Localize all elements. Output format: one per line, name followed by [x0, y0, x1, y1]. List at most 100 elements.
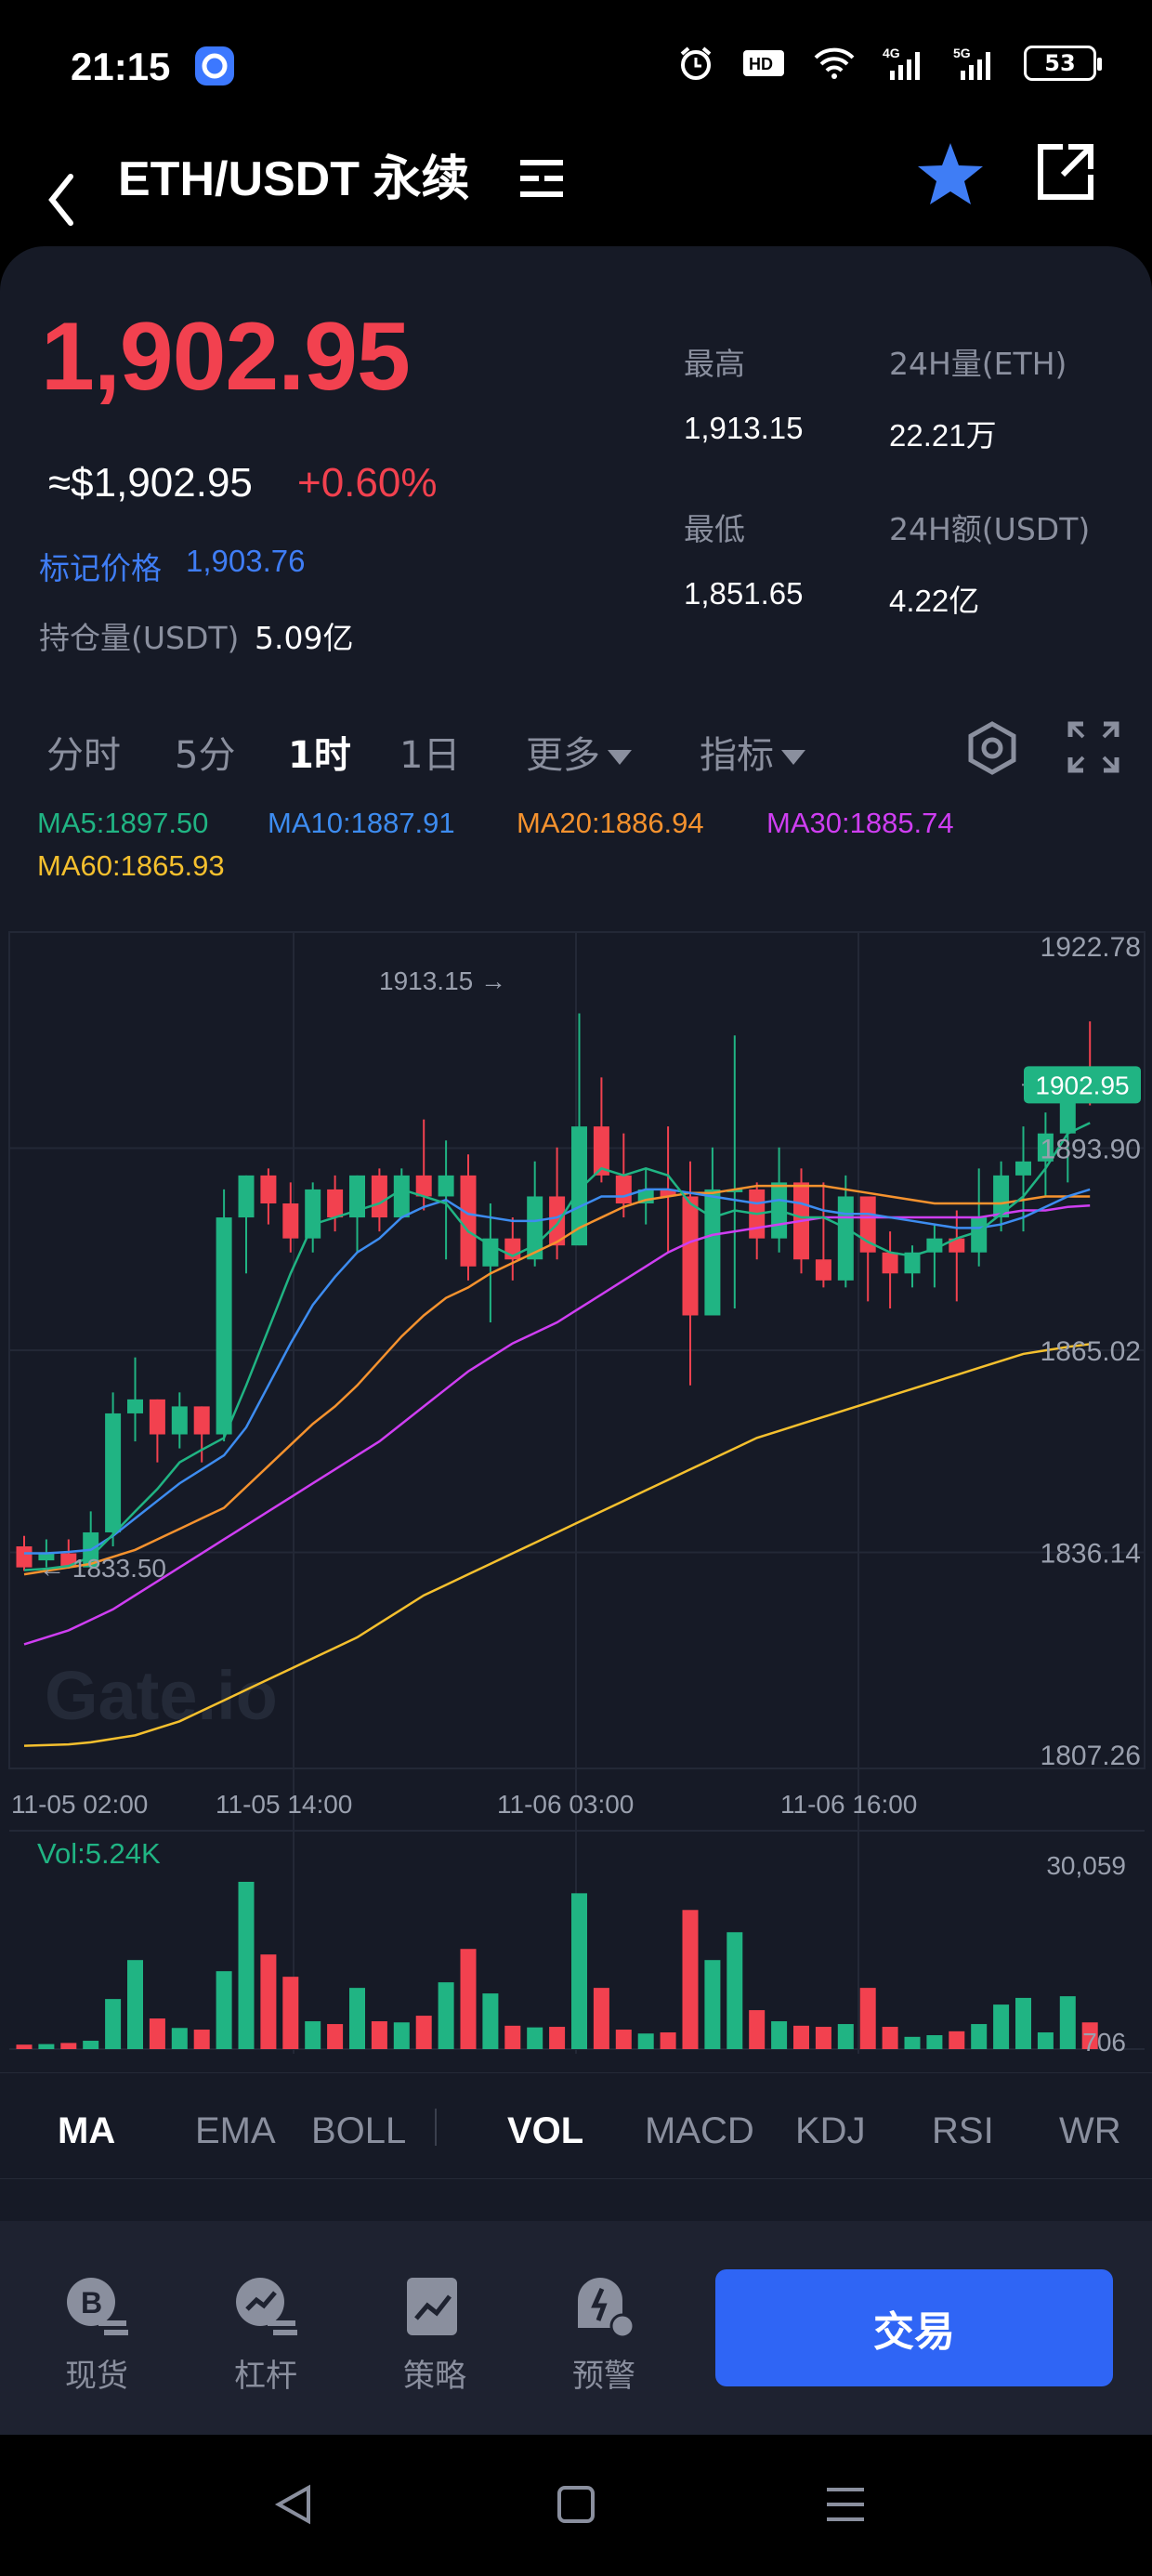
recents-lines-icon[interactable]	[818, 2477, 873, 2532]
tab-indicator[interactable]: 指标	[700, 725, 805, 779]
candle-body	[105, 1413, 122, 1532]
chevron-down-icon	[608, 750, 632, 765]
tab-wr[interactable]: WR	[1059, 2110, 1121, 2152]
volume-bar	[238, 1882, 255, 2049]
candle-body	[305, 1189, 321, 1239]
svg-text:5G: 5G	[953, 46, 971, 60]
volume-bar	[60, 2043, 77, 2049]
volume-bar	[815, 2027, 831, 2049]
volume-bar	[904, 2036, 921, 2049]
candle-body	[216, 1217, 232, 1435]
nav-spot[interactable]: B 现货	[41, 2272, 152, 2396]
alert-icon	[578, 2278, 635, 2339]
volume-bar	[393, 2022, 410, 2049]
bottom-nav: B 现货 杠杆 策略 预警 交易	[0, 2221, 1152, 2435]
volume-bar	[949, 2031, 965, 2049]
tab-5m[interactable]: 5分	[175, 725, 235, 779]
battery-indicator: 53	[1024, 46, 1102, 81]
back-triangle-icon[interactable]	[268, 2477, 323, 2532]
x-tick-label: 11-06 03:00	[497, 1790, 634, 1819]
tab-vol[interactable]: VOL	[507, 2110, 583, 2152]
volume-bar	[593, 1988, 609, 2049]
nav-alert[interactable]: 预警	[548, 2272, 660, 2396]
notification-app-icon	[195, 46, 234, 85]
volume-bar	[727, 1932, 743, 2049]
candle-body	[16, 1546, 33, 1568]
x-tick-label: 11-06 16:00	[780, 1790, 917, 1819]
home-square-icon[interactable]	[548, 2477, 604, 2532]
watermark-text: Gate.io	[45, 1657, 278, 1734]
volume-bar	[415, 2016, 432, 2049]
candle-body	[1015, 1161, 1031, 1176]
ma10-legend: MA10:1887.91	[268, 807, 455, 839]
low-label: 最低	[684, 511, 745, 547]
fullscreen-icon[interactable]	[1067, 720, 1120, 774]
tab-boll[interactable]: BOLL	[311, 2110, 406, 2152]
tab-rsi[interactable]: RSI	[932, 2110, 994, 2152]
nav-margin[interactable]: 杠杆	[210, 2272, 321, 2396]
chevron-down-icon	[781, 750, 805, 765]
tab-1h[interactable]: 1时	[288, 725, 351, 779]
open-interest-value: 5.09亿	[255, 620, 354, 656]
candlestick-chart[interactable]: Gate.io 1922.78 1893.90 1865.02 1836.14 1807.…	[0, 925, 1152, 2068]
nav-spot-label: 现货	[65, 2358, 128, 2395]
volume-bar	[571, 1893, 587, 2049]
nav-strategy-label: 策略	[403, 2358, 466, 2395]
candle-body	[260, 1175, 277, 1203]
menu-lines-icon[interactable]	[518, 158, 567, 199]
volume-bar	[282, 1977, 299, 2049]
volume-eth-label: 24H量(ETH)	[889, 346, 1067, 382]
hd-icon: HD	[743, 50, 784, 76]
settings-hexagon-icon[interactable]	[964, 720, 1020, 776]
4g-signal-icon: 4G	[883, 46, 920, 80]
volume-label: Vol:5.24K	[37, 1837, 161, 1870]
trade-button[interactable]: 交易	[715, 2269, 1113, 2386]
volume-bar	[83, 2041, 99, 2049]
nav-strategy[interactable]: 策略	[379, 2272, 491, 2396]
usd-price: ≈$1,902.95	[48, 460, 253, 506]
volume-bar	[260, 1954, 277, 2049]
candle-body	[327, 1189, 344, 1218]
status-bar: 21:15 HD 4G 5G 53	[0, 0, 1152, 139]
tab-ema[interactable]: EMA	[195, 2110, 276, 2152]
volume-bar	[615, 2030, 632, 2049]
share-icon[interactable]	[1035, 141, 1096, 203]
tab-1d[interactable]: 1日	[399, 725, 460, 779]
candle-body	[837, 1196, 854, 1281]
volume-bar	[171, 2028, 188, 2049]
candle-body	[615, 1175, 632, 1203]
candle-body	[193, 1406, 210, 1435]
tab-timeline[interactable]: 分时	[46, 725, 121, 779]
tab-macd[interactable]: MACD	[645, 2110, 754, 2152]
back-arrow-icon[interactable]	[37, 149, 84, 242]
volume-bar	[859, 1988, 876, 2049]
volume-bar	[771, 2021, 788, 2049]
volume-bar	[327, 2024, 344, 2049]
volume-bar	[637, 2033, 654, 2049]
period-tabs: 分时 5分 1时 1日 更多 指标	[0, 716, 1152, 790]
low-value: 1,851.65	[684, 576, 804, 611]
star-icon[interactable]	[916, 141, 985, 206]
volume-bar	[527, 2027, 543, 2049]
volume-bar	[305, 2021, 321, 2049]
system-nav-bar	[0, 2435, 1152, 2576]
volume-bar	[482, 1993, 499, 2049]
volume-bar	[16, 2044, 33, 2049]
page-title: ETH/USDT 永续	[118, 152, 470, 206]
wifi-icon	[814, 47, 855, 79]
candle-body	[149, 1399, 165, 1435]
tab-divider	[435, 2109, 437, 2146]
volume-bar	[149, 2018, 165, 2049]
nav-alert-label: 预警	[572, 2358, 635, 2395]
margin-icon	[236, 2278, 297, 2335]
tab-ma[interactable]: MA	[58, 2110, 115, 2152]
low-annotation: ← 1833.50	[39, 1554, 166, 1583]
volume-max-label: 30,059	[1046, 1851, 1126, 1880]
y-tick-label: 1807.26	[1041, 1741, 1141, 1771]
mark-price-label[interactable]: 标记价格	[39, 544, 162, 588]
tab-more[interactable]: 更多	[526, 725, 632, 779]
candle-body	[171, 1406, 188, 1435]
volume-bar	[749, 2010, 766, 2049]
volume-bar	[793, 2025, 809, 2049]
tab-kdj[interactable]: KDJ	[795, 2110, 866, 2152]
